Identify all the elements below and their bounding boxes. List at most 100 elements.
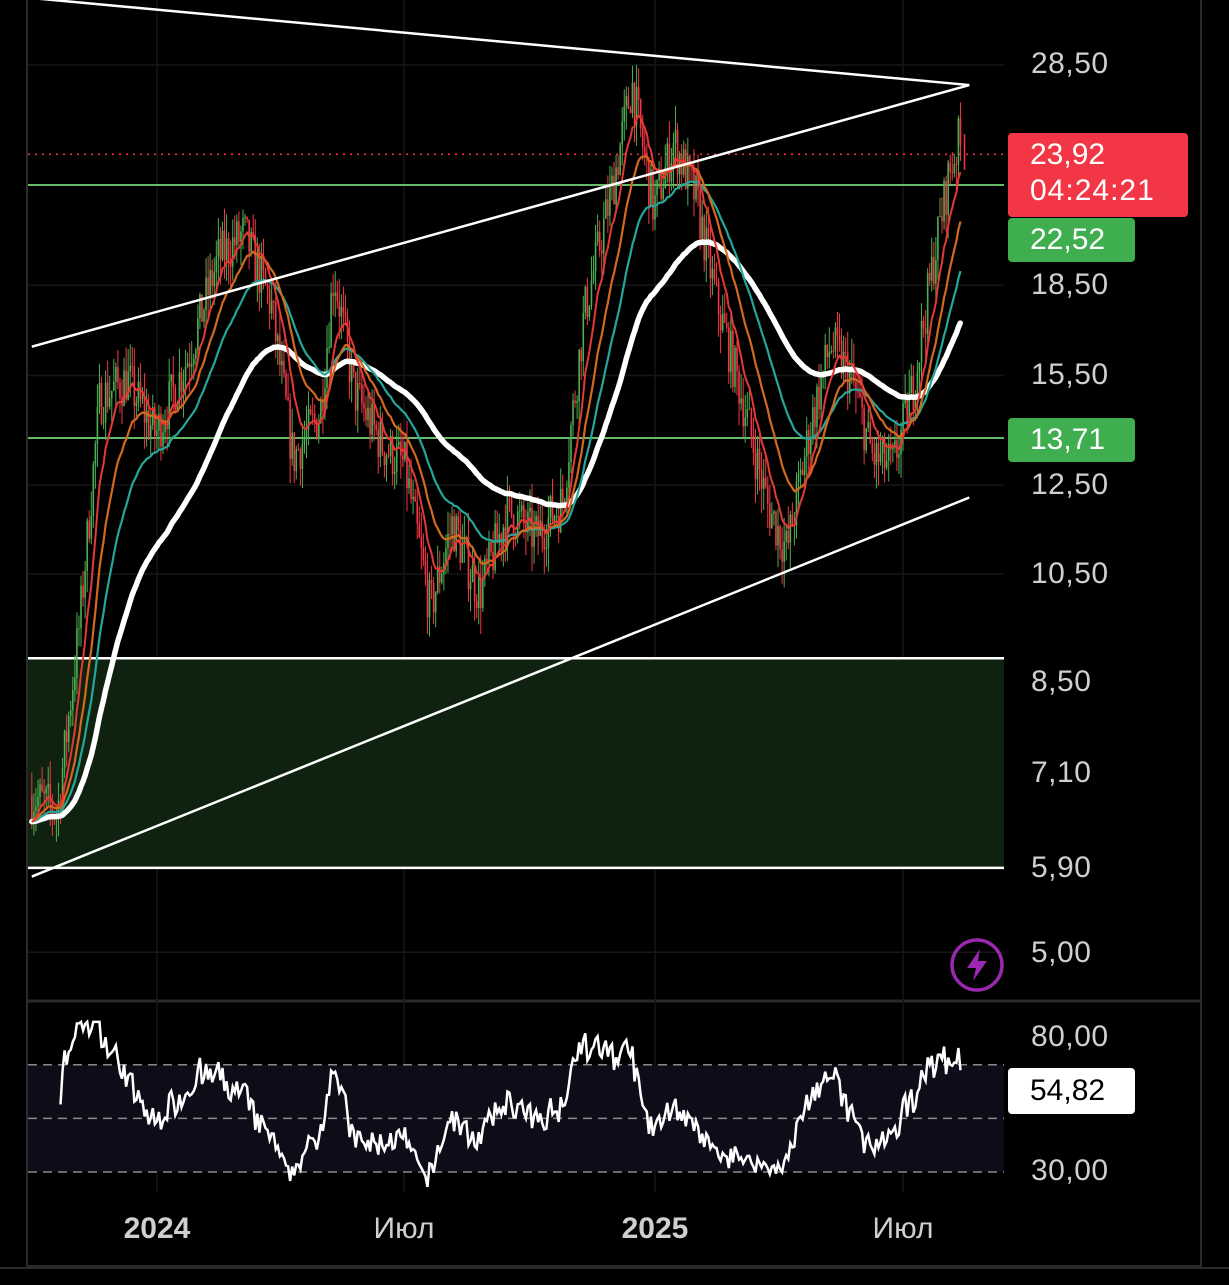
candle-body [935,260,937,284]
candle-body [488,541,490,563]
candle-body [930,256,933,281]
candle-body [951,171,954,174]
candle-body [219,239,222,260]
candle-body [268,289,271,314]
candle-body [410,478,412,500]
candle-body [791,514,794,527]
candle-body [869,422,872,444]
candle-body [174,387,177,412]
candle-body [859,392,861,397]
candle-body [143,397,146,423]
candle-body [609,186,611,216]
lightning-bolt-icon[interactable] [949,937,1005,993]
candle-body [580,349,583,362]
candle-body [564,500,566,503]
candle-body [715,280,718,282]
time-label-2025: 2025 [621,1212,689,1245]
candle-body [445,548,447,564]
candle-body [295,449,298,472]
candle-body [959,118,962,146]
candle-body [707,227,710,240]
candle-body [287,396,289,401]
candle-body [342,306,345,312]
candle-body [447,533,449,549]
candle-body [701,216,703,239]
candle-body [777,526,779,546]
candle-body [356,383,359,411]
candle-body [203,309,205,322]
candle-body [820,377,822,410]
candle-body [625,96,628,107]
candle-body [94,443,97,465]
candle-body [272,301,275,303]
rsi-value-badge: 54,82 [1008,1068,1135,1114]
candle-body [803,456,806,475]
candle-body [920,320,923,363]
candle-body [949,162,952,172]
candle-body [301,443,304,470]
candle-body [656,179,658,196]
candle-body [297,449,300,451]
candle-body [955,163,958,165]
candle-body [469,582,472,590]
candle-body [592,271,595,281]
candle-body [338,301,341,317]
candle-body [217,239,220,257]
candle-body [693,168,695,200]
candle-body [106,382,109,407]
candle-body [717,281,720,315]
candle-body [926,272,929,334]
candle-body [283,360,285,374]
candle-body [561,488,564,503]
candle-body [170,374,173,382]
candle-body [834,327,837,352]
candle-body [416,501,419,524]
candle-body [631,82,634,113]
candle-body [953,163,956,174]
candle-body [703,216,706,261]
candle-body [844,351,847,353]
candle-body [149,425,152,437]
candle-body [711,268,714,279]
candle-body [397,441,400,446]
candle-body [156,430,158,436]
candle-body [270,301,273,314]
candle-body [654,195,656,220]
candle-body [184,366,187,381]
candle-body [63,730,66,769]
candle-body [629,108,632,113]
candle-body [98,382,101,407]
support-zone [28,658,1004,868]
candle-body [113,381,115,391]
candle-body [137,381,140,403]
candle-body [648,157,650,207]
candle-body [863,407,865,451]
candle-body [867,422,870,428]
candle-body [246,216,248,220]
candle-body [797,473,800,482]
candle-body [221,230,224,260]
candle-body [74,677,76,691]
time-label-jul-2025: Июл [872,1212,934,1245]
candle-body [231,237,234,267]
candle-body [363,403,365,409]
candle-body [756,448,759,480]
candle-body [84,570,86,598]
candle-body [215,256,218,272]
candle-body [518,510,521,512]
candle-body [600,250,603,254]
candle-body [879,453,882,462]
candle-body [832,350,835,352]
candle-body [379,422,382,458]
candle-body [225,238,228,261]
candle-body [244,216,246,218]
candle-body [719,314,722,331]
candle-body [939,216,941,218]
candle-body [479,578,482,608]
candle-body [383,452,386,466]
candle-body [31,795,33,822]
candle-body [674,129,677,144]
candle-body [393,471,396,475]
candle-body [607,199,609,216]
candle-body [359,383,361,385]
